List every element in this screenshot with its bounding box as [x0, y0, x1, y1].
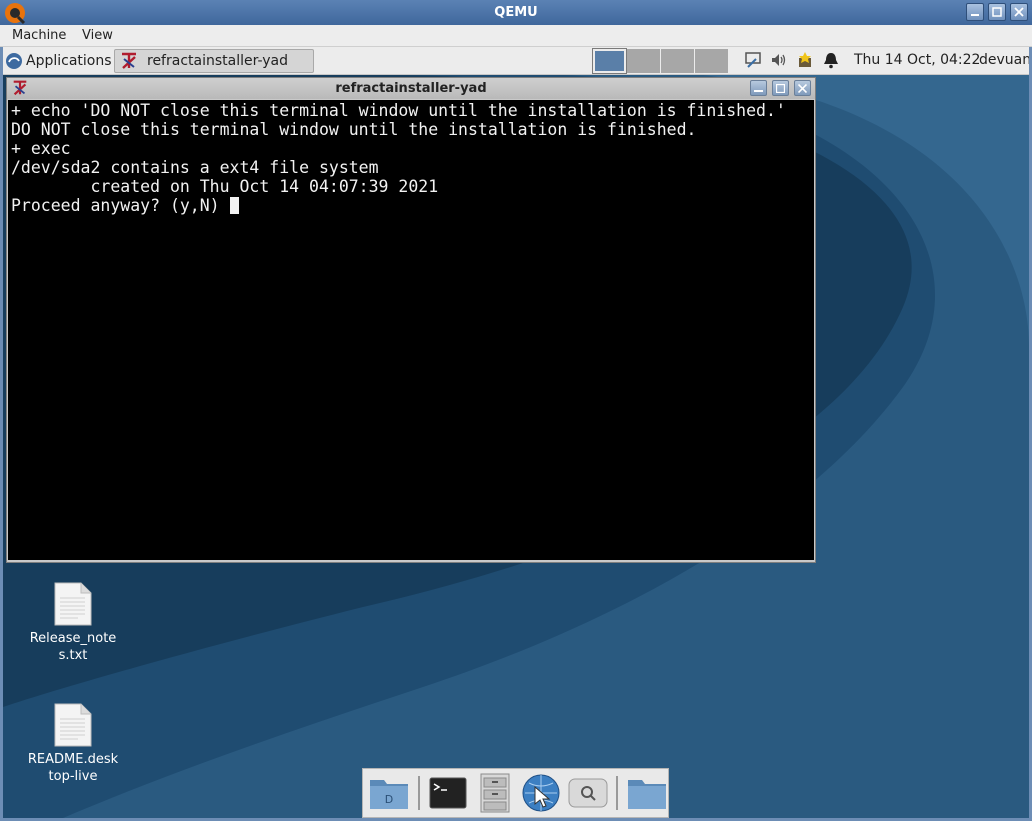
desktop-icon-label-line1: README.desk — [27, 752, 119, 767]
qemu-maximize-button[interactable] — [988, 3, 1006, 21]
workspace-2[interactable] — [627, 49, 660, 73]
home-folder-icon[interactable]: D — [368, 772, 411, 814]
workspace-4[interactable] — [695, 49, 728, 73]
text-file-icon — [54, 703, 92, 747]
refracta-icon — [13, 80, 27, 96]
qemu-menubar: Machine View — [0, 25, 1032, 47]
panel-clock[interactable]: Thu 14 Oct, 04:22 — [854, 52, 980, 68]
notifications-icon[interactable] — [821, 50, 841, 70]
qemu-window-title: QEMU — [494, 5, 538, 20]
taskbar-label: refractainstaller-yad — [147, 53, 289, 69]
maximize-icon — [776, 83, 785, 93]
guest-screen: Applications ⋮ refractainstaller-yad — [3, 47, 1029, 818]
desktop-icon-release-notes[interactable]: Release_note s.txt — [23, 582, 123, 664]
dock: D — [362, 768, 669, 818]
terminal-close-button[interactable] — [794, 80, 811, 96]
updates-icon[interactable] — [795, 50, 815, 70]
workspace-1[interactable] — [592, 48, 627, 74]
maximize-icon — [992, 7, 1002, 17]
terminal-maximize-button[interactable] — [772, 80, 789, 96]
desktop-icon-readme[interactable]: README.desk top-live — [23, 703, 123, 785]
devuan-logo-icon — [6, 53, 22, 69]
search-icon[interactable] — [567, 772, 610, 814]
top-panel: Applications ⋮ refractainstaller-yad — [3, 47, 1029, 75]
network-icon[interactable] — [743, 50, 763, 70]
terminal-cursor — [229, 197, 239, 214]
qemu-titlebar: QEMU — [0, 0, 1032, 25]
terminal-minimize-button[interactable] — [750, 80, 767, 96]
terminal-window: refractainstaller-yad + echo 'DO NOT clo… — [6, 77, 816, 563]
applications-label: Applications — [26, 53, 112, 69]
browser-icon[interactable] — [520, 772, 563, 814]
folder-icon[interactable] — [625, 772, 668, 814]
dock-separator — [616, 776, 619, 810]
terminal-line: created on Thu Oct 14 04:07:39 2021 — [11, 177, 439, 196]
system-tray — [743, 50, 841, 70]
applications-menu[interactable]: Applications ⋮ — [5, 50, 126, 72]
svg-text:D: D — [385, 793, 393, 806]
terminal-window-title: refractainstaller-yad — [335, 81, 487, 96]
qemu-close-button[interactable] — [1010, 3, 1028, 21]
taskbar-button-refractainstaller[interactable]: refractainstaller-yad — [114, 49, 314, 73]
desktop-icon-label-line1: Release_note — [29, 631, 117, 646]
qemu-minimize-button[interactable] — [966, 3, 984, 21]
text-file-icon — [54, 582, 92, 626]
terminal-output[interactable]: + echo 'DO NOT close this terminal windo… — [8, 100, 814, 560]
terminal-line: + echo 'DO NOT close this terminal windo… — [11, 101, 786, 120]
qemu-logo-icon — [5, 3, 26, 24]
terminal-line: /dev/sda2 contains a ext4 file system — [11, 158, 379, 177]
minimize-icon — [971, 14, 979, 16]
terminal-line: DO NOT close this terminal window until … — [11, 120, 697, 139]
menu-view[interactable]: View — [82, 28, 113, 43]
workspace-switcher — [592, 48, 728, 74]
refracta-icon — [122, 52, 136, 69]
workspace-3[interactable] — [661, 49, 694, 73]
panel-user[interactable]: devuan — [979, 52, 1029, 68]
menu-machine[interactable]: Machine — [12, 28, 66, 43]
dock-separator — [417, 776, 420, 810]
desktop-icon-label-line2: s.txt — [58, 648, 88, 663]
minimize-icon — [754, 89, 763, 92]
terminal-line: + exec — [11, 139, 71, 158]
desktop-icon-label-line2: top-live — [48, 769, 98, 784]
terminal-icon[interactable] — [427, 772, 470, 814]
volume-icon[interactable] — [769, 50, 789, 70]
terminal-titlebar[interactable]: refractainstaller-yad — [7, 78, 815, 99]
close-icon — [798, 83, 807, 93]
file-cabinet-icon[interactable] — [473, 772, 516, 814]
close-icon — [1014, 7, 1024, 17]
terminal-prompt-line: Proceed anyway? (y,N) — [11, 196, 230, 215]
